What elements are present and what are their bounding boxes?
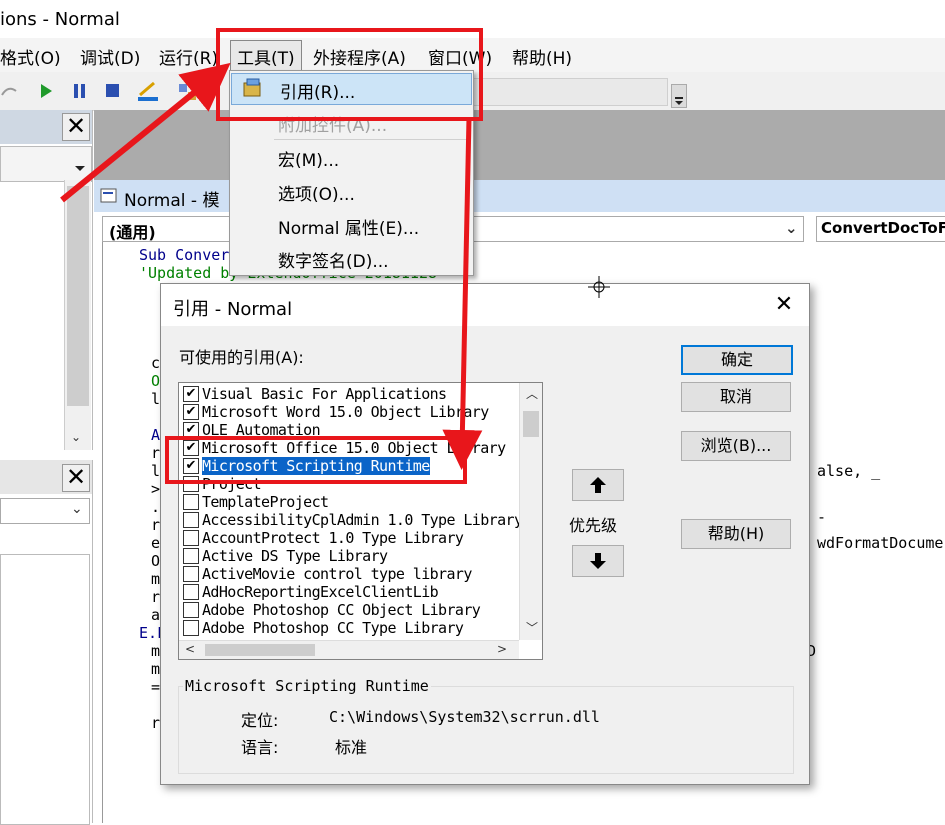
arrow-to-tools-menu	[60, 62, 231, 203]
arrow-to-reference	[442, 117, 483, 470]
annotation-arrows	[60, 62, 483, 470]
